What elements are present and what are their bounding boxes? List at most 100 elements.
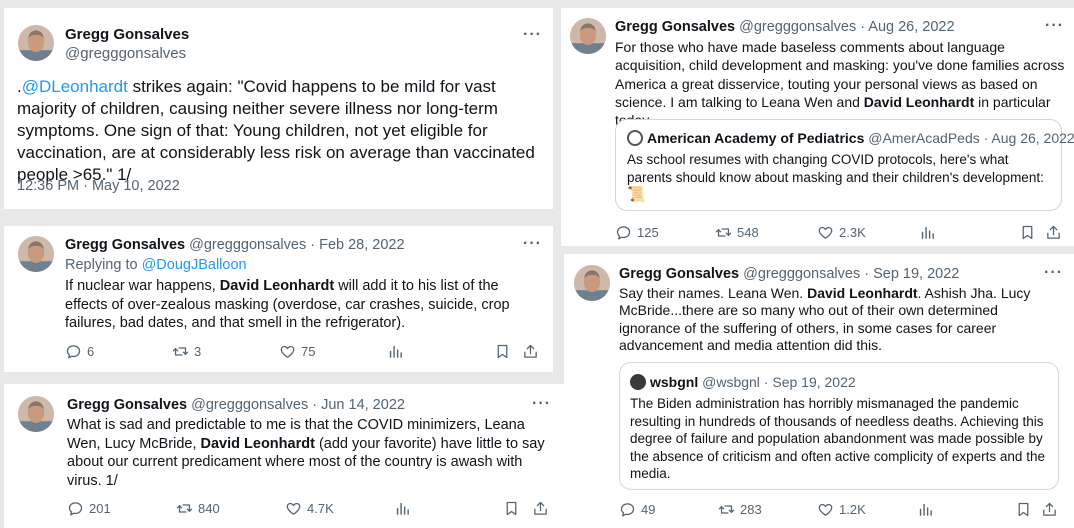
avatar[interactable] <box>574 265 610 301</box>
replying-to: Replying to @DougJBalloon <box>65 257 247 273</box>
avatar[interactable] <box>18 25 54 61</box>
reply-icon <box>67 500 84 517</box>
reply-button[interactable]: 6 <box>65 343 94 360</box>
retweet-icon <box>172 343 189 360</box>
retweet-button[interactable]: 840 <box>176 500 220 517</box>
like-button[interactable]: 75 <box>279 343 315 360</box>
avatar[interactable] <box>18 236 54 272</box>
tweet-card-4: Gregg Gonsalves @gregggonsalves · Aug 26… <box>561 8 1074 246</box>
tweet-card-3: Gregg Gonsalves @gregggonsalves · Jun 14… <box>4 384 564 528</box>
replying-to-link[interactable]: @DougJBalloon <box>142 257 247 273</box>
retweet-icon <box>718 501 735 518</box>
like-button[interactable]: 1.2K <box>817 501 866 518</box>
quoted-author-name[interactable]: American Academy of Pediatrics <box>647 130 864 146</box>
quoted-author-name[interactable]: wsbgnl <box>650 374 698 390</box>
more-icon[interactable]: ··· <box>523 236 542 252</box>
views-button[interactable] <box>387 343 404 360</box>
tweet-header: Gregg Gonsalves @gregggonsalves · Aug 26… <box>615 19 955 35</box>
quoted-tweet-text: The Biden administration has horribly mi… <box>630 396 1045 481</box>
share-icon <box>532 500 549 517</box>
quoted-author-handle-date[interactable]: @AmerAcadPeds · Aug 26, 2022 <box>868 130 1074 146</box>
action-bar: 125 548 2.3K <box>615 224 1063 244</box>
retweet-button[interactable]: 548 <box>715 224 759 241</box>
scroll-emoji-icon: 📜 <box>627 186 646 203</box>
author-handle-date[interactable]: @gregggonsalves · Jun 14, 2022 <box>191 397 405 413</box>
author-name[interactable]: Gregg Gonsalves <box>67 397 187 413</box>
bookmark-icon <box>1019 224 1036 241</box>
mention-link[interactable]: @DLeonhardt <box>22 77 128 96</box>
avatar[interactable] <box>18 396 54 432</box>
like-icon <box>817 501 834 518</box>
bookmark-button[interactable] <box>494 343 511 360</box>
like-icon <box>279 343 296 360</box>
share-button[interactable] <box>532 500 549 517</box>
views-icon <box>394 500 411 517</box>
tweet-text: If nuclear war happens, David Leonhardt … <box>65 278 510 331</box>
author-name[interactable]: Gregg Gonsalves <box>615 19 735 35</box>
views-button[interactable] <box>394 500 411 517</box>
reply-icon <box>615 224 632 241</box>
author-handle-date[interactable]: @gregggonsalves · Feb 28, 2022 <box>189 237 404 253</box>
author-name[interactable]: Gregg Gonsalves <box>619 266 739 282</box>
tweet-text: What is sad and predictable to me is tha… <box>67 417 545 489</box>
reply-icon <box>65 343 82 360</box>
like-icon <box>285 500 302 517</box>
quoted-tweet[interactable]: wsbgnl @wsbgnl · Sep 19, 2022 The Biden … <box>619 362 1059 490</box>
avatar[interactable] <box>570 18 606 54</box>
action-bar: 6 3 75 <box>65 343 543 363</box>
action-bar: 49 283 1.2K <box>619 501 1059 521</box>
retweet-icon <box>176 500 193 517</box>
share-button[interactable] <box>1041 501 1058 518</box>
quoted-tweet-header: American Academy of Pediatrics @AmerAcad… <box>627 130 1074 146</box>
author-handle-date[interactable]: @gregggonsalves · Aug 26, 2022 <box>739 19 954 35</box>
tweet-header: Gregg Gonsalves @gregggonsalves · Feb 28… <box>65 237 405 253</box>
retweet-button[interactable]: 283 <box>718 501 762 518</box>
share-icon <box>522 343 539 360</box>
bookmark-icon <box>503 500 520 517</box>
tweet-header: Gregg Gonsalves @gregggonsalves · Sep 19… <box>619 266 959 282</box>
more-icon[interactable]: ··· <box>1045 18 1064 34</box>
share-button[interactable] <box>1045 224 1062 241</box>
tweet-header: Gregg Gonsalves @gregggonsalves · Jun 14… <box>67 397 405 413</box>
aap-logo-icon <box>627 130 643 146</box>
tweet-card-1: Gregg Gonsalves @gregggonsalves ··· .@DL… <box>4 8 553 209</box>
bookmark-button[interactable] <box>1019 224 1036 241</box>
author-handle-date[interactable]: @gregggonsalves · Sep 19, 2022 <box>743 266 959 282</box>
author-name[interactable]: Gregg Gonsalves <box>65 237 185 253</box>
retweet-icon <box>715 224 732 241</box>
tweet-card-5: Gregg Gonsalves @gregggonsalves · Sep 19… <box>564 254 1074 528</box>
like-icon <box>817 224 834 241</box>
views-icon <box>387 343 404 360</box>
reply-button[interactable]: 201 <box>67 500 111 517</box>
more-icon[interactable]: ··· <box>532 396 551 412</box>
action-bar: 201 840 4.7K <box>67 500 552 520</box>
like-button[interactable]: 2.3K <box>817 224 866 241</box>
bookmark-button[interactable] <box>1015 501 1032 518</box>
views-button[interactable] <box>917 501 934 518</box>
reply-icon <box>619 501 636 518</box>
timestamp[interactable]: 12:36 PM · May 10, 2022 <box>17 178 180 194</box>
quoted-tweet[interactable]: American Academy of Pediatrics @AmerAcad… <box>615 119 1074 211</box>
views-button[interactable] <box>919 224 936 241</box>
tweet-text: For those who have made baseless comment… <box>615 39 1065 128</box>
quoted-author-handle-date[interactable]: @wsbgnl · Sep 19, 2022 <box>702 374 856 390</box>
quoted-tweet-text: As school resumes with changing COVID pr… <box>627 152 1044 203</box>
more-icon[interactable]: ··· <box>523 27 542 43</box>
like-button[interactable]: 4.7K <box>285 500 334 517</box>
retweet-button[interactable]: 3 <box>172 343 201 360</box>
share-icon <box>1045 224 1062 241</box>
quoted-avatar[interactable] <box>630 374 646 390</box>
quoted-tweet-header: wsbgnl @wsbgnl · Sep 19, 2022 <box>630 374 856 390</box>
tweet-card-2: Gregg Gonsalves @gregggonsalves · Feb 28… <box>4 226 553 372</box>
author-handle[interactable]: @gregggonsalves <box>65 45 186 62</box>
tweet-text: .@DLeonhardt strikes again: "Covid happe… <box>17 77 535 184</box>
reply-button[interactable]: 49 <box>619 501 655 518</box>
more-icon[interactable]: ··· <box>1044 265 1063 281</box>
share-button[interactable] <box>522 343 539 360</box>
bookmark-icon <box>494 343 511 360</box>
bookmark-button[interactable] <box>503 500 520 517</box>
author-name[interactable]: Gregg Gonsalves <box>65 26 189 43</box>
share-icon <box>1041 501 1058 518</box>
bookmark-icon <box>1015 501 1032 518</box>
reply-button[interactable]: 125 <box>615 224 659 241</box>
